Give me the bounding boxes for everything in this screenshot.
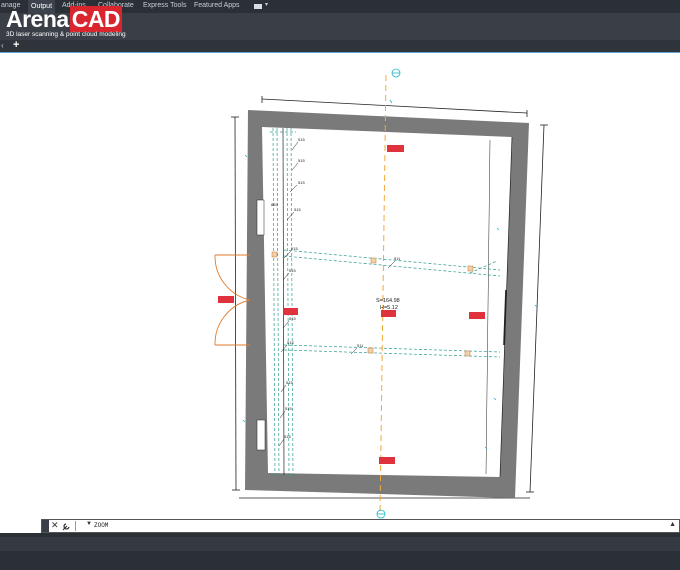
leader-lines — [278, 141, 396, 447]
svg-text:515: 515 — [286, 380, 293, 385]
svg-text:869: 869 — [271, 202, 278, 207]
svg-text:511: 511 — [357, 343, 364, 348]
svg-text:515: 515 — [284, 434, 291, 439]
svg-text:515: 515 — [291, 246, 298, 251]
status-bar — [0, 533, 680, 570]
center-axis — [379, 74, 387, 514]
window-opening — [256, 199, 265, 236]
file-tab-bar: ‹ + — [0, 39, 680, 52]
area-label: S=164.98 — [376, 298, 400, 304]
arenacad-logo: Arena CAD 3D laser scanning & point cloud… — [6, 6, 126, 38]
drawing-viewport[interactable]: 515 515 515 515 515 515 515 515 515 515 … — [0, 53, 680, 519]
survey-markers — [242, 68, 538, 519]
workspace-switch-icon[interactable] — [254, 4, 262, 9]
svg-text:515: 515 — [287, 340, 294, 345]
logo-word-arena: Arena — [6, 6, 69, 32]
scroll-left-icon[interactable]: ‹ — [1, 41, 4, 50]
svg-text:511: 511 — [394, 256, 401, 261]
close-icon[interactable]: ✕ — [51, 520, 59, 531]
drag-handle-icon[interactable] — [42, 520, 49, 532]
chevron-down-icon[interactable]: ▼ — [86, 521, 92, 527]
command-input[interactable]: ZOOM — [94, 522, 108, 529]
building-walls — [245, 110, 529, 498]
svg-text:515: 515 — [289, 316, 296, 321]
dimension-lines — [231, 96, 548, 499]
svg-text:515: 515 — [298, 158, 305, 163]
window-opening — [256, 419, 266, 451]
wrench-icon[interactable] — [61, 520, 72, 532]
svg-text:515: 515 — [298, 137, 305, 142]
beam-labels: 515 515 515 515 515 515 515 515 515 515 … — [271, 137, 401, 439]
chevron-up-icon[interactable]: ▲ — [669, 521, 676, 528]
chevron-down-icon[interactable]: ▾ — [265, 1, 268, 8]
svg-text:515: 515 — [294, 207, 301, 212]
layout-tabs-strip — [0, 537, 680, 551]
height-label: H=5.12 — [380, 305, 398, 311]
tab-featured-apps[interactable]: Featured Apps — [194, 2, 240, 9]
svg-text:515: 515 — [298, 180, 305, 185]
divider — [75, 521, 76, 531]
logo-tagline: 3D laser scanning & point cloud modeling — [6, 31, 126, 38]
beam-nodes — [271, 251, 474, 357]
svg-text:515: 515 — [289, 268, 296, 273]
svg-text:515: 515 — [285, 406, 292, 411]
new-tab-button[interactable]: + — [13, 39, 19, 51]
command-line: ✕ ▼ ZOOM ▲ — [41, 519, 680, 533]
tab-express-tools[interactable]: Express Tools — [143, 2, 186, 9]
logo-word-cad: CAD — [69, 6, 123, 32]
